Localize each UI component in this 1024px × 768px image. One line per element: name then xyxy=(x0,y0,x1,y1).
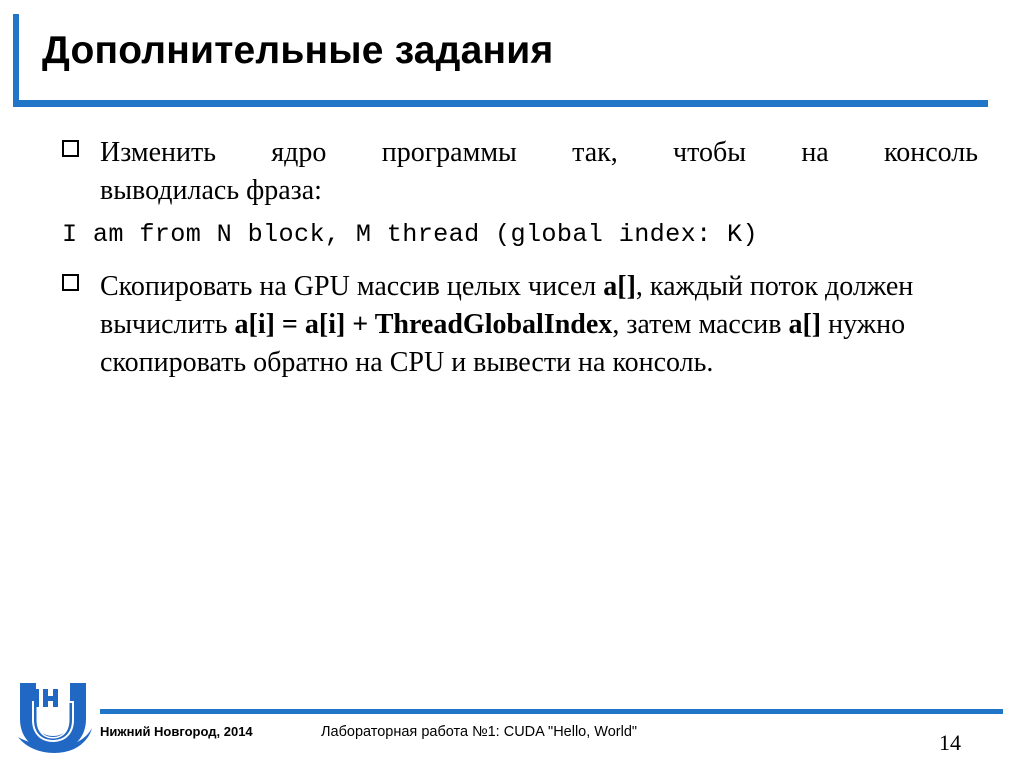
bullet-1-line-2: выводилась фраза: xyxy=(100,175,322,206)
title-accent-horizontal-rule xyxy=(13,100,988,107)
bullet-2-segment-1: Скопировать на GPU массив целых чисел xyxy=(100,271,604,302)
footer-location-year: Нижний Новгород, 2014 xyxy=(100,724,253,739)
unn-lobachevsky-university-logo xyxy=(18,683,92,753)
bullet-2-code-array-2: a[] xyxy=(788,309,822,340)
page-title: Дополнительные задания xyxy=(42,29,554,72)
bullet-2-text: Скопировать на GPU массив целых чисел a[… xyxy=(100,268,978,382)
list-item: Изменить ядро программы так, чтобы на ко… xyxy=(62,134,978,210)
hollow-square-bullet-icon xyxy=(62,274,79,291)
code-output-line: I am from N block, M thread (global inde… xyxy=(62,220,758,249)
bullet-2-code-array: a[] xyxy=(603,271,636,302)
hollow-square-bullet-icon xyxy=(62,140,79,157)
bullet-1-line-1: Изменить ядро программы так, чтобы на ко… xyxy=(100,137,978,168)
page-number: 14 xyxy=(939,730,961,755)
list-item: Скопировать на GPU массив целых чисел a[… xyxy=(62,268,978,382)
slide-footer: Нижний Новгород, 2014 Лабораторная работ… xyxy=(0,668,1024,768)
footer-lab-title: Лабораторная работа №1: CUDA "Hello, Wor… xyxy=(321,724,638,740)
bullet-2-formula: a[i] = a[i] + ThreadGlobalIndex xyxy=(234,309,613,340)
slide: Дополнительные задания Изменить ядро про… xyxy=(0,0,1024,768)
footer-accent-rule xyxy=(100,709,1003,714)
title-accent-vertical-bar xyxy=(13,14,19,102)
slide-title-block: Дополнительные задания xyxy=(0,0,1024,120)
bullet-2-segment-5: , затем массив xyxy=(612,309,789,340)
slide-content: Изменить ядро программы так, чтобы на ко… xyxy=(62,134,978,382)
